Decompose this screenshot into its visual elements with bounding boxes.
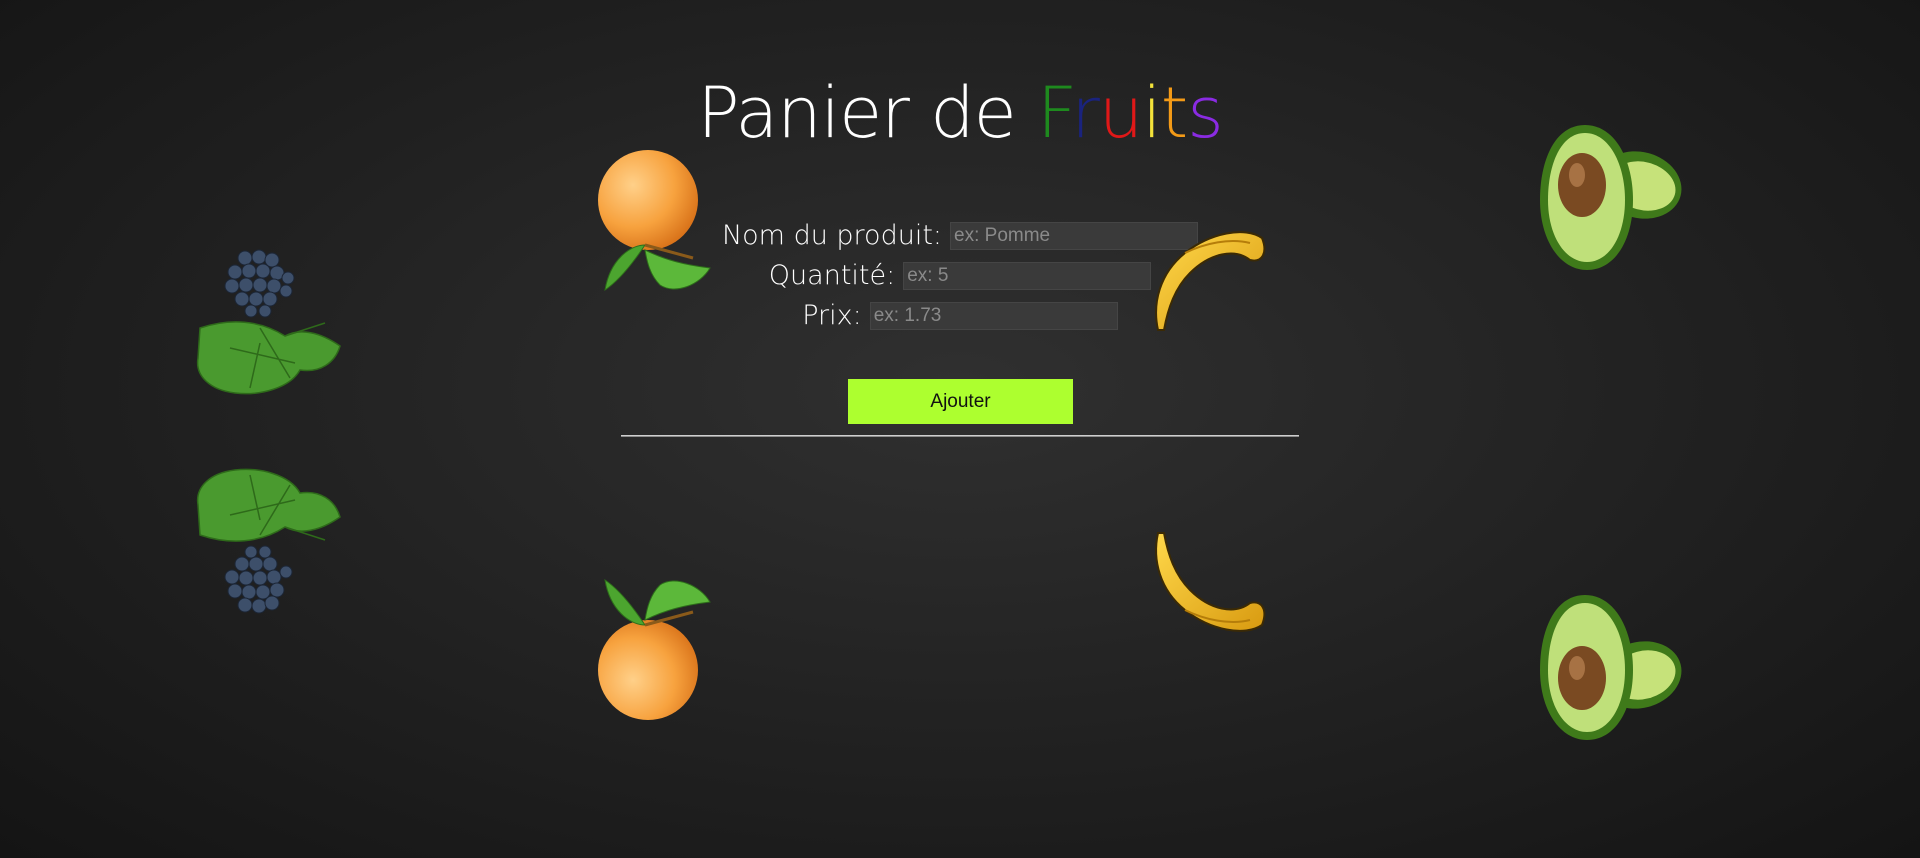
product-name-label: Nom du produit: [721, 220, 943, 251]
title-letter: t [1160, 72, 1188, 154]
title-letter: u [1098, 72, 1143, 154]
banana-icon [1155, 231, 1266, 331]
avocado-icon [1540, 125, 1682, 270]
quantity-input[interactable] [903, 261, 1152, 290]
divider [621, 435, 1299, 437]
price-label: Prix: [802, 300, 862, 331]
title-letter: s [1187, 72, 1223, 154]
add-button[interactable]: Ajouter [848, 379, 1073, 424]
apricot-icon [598, 150, 711, 292]
title-prefix: Panier de [697, 72, 1037, 154]
grapes-icon [196, 468, 341, 614]
title-letter: i [1142, 72, 1161, 154]
title-letter: F [1036, 72, 1072, 154]
apricot-icon [598, 578, 711, 720]
avocado-icon [1540, 595, 1682, 740]
title-fruits-word: Fruits [1036, 72, 1224, 154]
title-letter: r [1071, 72, 1100, 154]
quantity-label: Quantité: [768, 260, 896, 291]
banana-icon [1155, 532, 1266, 632]
grapes-icon [196, 249, 341, 395]
price-input[interactable] [869, 301, 1118, 330]
